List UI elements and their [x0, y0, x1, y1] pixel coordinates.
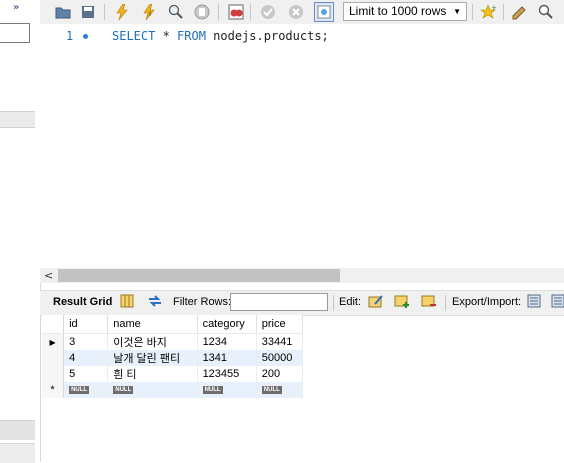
cell-id[interactable]: 4: [63, 350, 109, 366]
add-row-icon[interactable]: [392, 293, 412, 313]
toolbar-separator: [218, 4, 219, 20]
cell-name[interactable]: 흰 티: [107, 366, 198, 382]
column-header-category[interactable]: category: [197, 315, 257, 334]
null-badge: NULL: [202, 386, 223, 395]
new-row-marker: *: [42, 382, 65, 398]
limit-rows-select[interactable]: Limit to 1000 rows ▼: [343, 2, 467, 21]
cell-price[interactable]: 33441: [256, 333, 304, 350]
null-badge: NULL: [113, 386, 134, 395]
cell-category[interactable]: 1234: [197, 333, 257, 350]
find-icon[interactable]: [536, 2, 556, 22]
execute-current-icon[interactable]: I: [139, 2, 159, 22]
edit-row-icon[interactable]: [366, 293, 386, 313]
editor-horizontal-scrollbar[interactable]: <: [40, 268, 564, 283]
rollback-icon[interactable]: [286, 2, 306, 22]
current-row-icon: ▶: [42, 333, 65, 350]
table-row[interactable]: ▶ 3 이것은 바지 1234 33441: [42, 333, 304, 350]
toolbar-separator: [250, 4, 251, 20]
row-header: [42, 366, 65, 382]
result-grid-tab[interactable]: Result Grid: [53, 296, 112, 308]
keyword-from: FROM: [177, 29, 206, 43]
delete-row-icon[interactable]: [419, 293, 439, 313]
svg-text:+: +: [491, 4, 496, 12]
line-number: 1: [66, 29, 74, 43]
select-star: *: [155, 29, 178, 43]
toolbar-separator: [104, 4, 105, 20]
null-badge: NULL: [261, 386, 282, 395]
cell-name[interactable]: 날개 달린 팬티: [107, 350, 198, 366]
edit-label: Edit:: [339, 296, 362, 308]
cell-id[interactable]: 5: [63, 366, 109, 382]
toolbar-separator: [503, 4, 504, 20]
collapse-sidebar-icon[interactable]: »: [13, 2, 25, 14]
explain-icon[interactable]: [166, 2, 186, 22]
bookmark-icon[interactable]: +: [478, 2, 498, 22]
table-row[interactable]: 5 흰 티 123455 200: [42, 366, 304, 382]
toolbar-separator: [333, 295, 334, 311]
sidebar-panel: [0, 443, 35, 463]
table-row[interactable]: 4 날개 달린 팬티 1341 50000: [42, 350, 304, 366]
filter-rows-input[interactable]: [230, 293, 328, 311]
scrollbar-thumb[interactable]: [58, 269, 340, 282]
new-row[interactable]: * NULL NULL NULL NULL: [42, 382, 304, 398]
autocommit-icon[interactable]: [314, 2, 334, 22]
sql-editor[interactable]: 1 SELECT * FROM nodejs.products;: [40, 24, 564, 270]
cell-category[interactable]: NULL: [197, 382, 257, 398]
cell-category[interactable]: 1341: [197, 350, 257, 366]
sidebar-search-input[interactable]: [0, 23, 30, 43]
toolbar-separator: [445, 295, 446, 311]
result-grid: id name category price ▶ 3 이것은 바지 1234 3…: [42, 315, 304, 398]
sql-editor-toolbar: I Limit to 1000 rows ▼ +: [40, 0, 564, 25]
toggle-error-icon[interactable]: [226, 2, 246, 22]
chevron-down-icon: ▼: [453, 7, 461, 16]
scroll-left-icon[interactable]: <: [44, 268, 53, 283]
export-import-label: Export/Import:: [452, 296, 522, 308]
results-toolbar: Result Grid Filter Rows: Edit: Export/Im…: [40, 290, 564, 316]
export-icon[interactable]: [525, 293, 545, 313]
row-header: [42, 350, 65, 366]
cell-name[interactable]: NULL: [107, 382, 198, 398]
cell-name[interactable]: 이것은 바지: [107, 333, 198, 350]
cell-price[interactable]: 200: [256, 366, 304, 382]
limit-rows-value: Limit to 1000 rows: [349, 4, 447, 18]
filter-rows-label: Filter Rows:: [173, 296, 232, 308]
null-badge: NULL: [69, 386, 90, 395]
column-header-name[interactable]: name: [107, 315, 198, 334]
save-icon[interactable]: [78, 2, 98, 22]
beautify-icon[interactable]: [509, 2, 529, 22]
cell-id[interactable]: 3: [63, 333, 109, 350]
column-header-id[interactable]: id: [63, 315, 109, 334]
execute-icon[interactable]: [112, 2, 132, 22]
cell-category[interactable]: 123455: [197, 366, 257, 382]
toolbar-separator: [472, 4, 473, 20]
commit-icon[interactable]: [258, 2, 278, 22]
stop-icon[interactable]: [192, 2, 212, 22]
sidebar-tab-bar: [0, 420, 35, 440]
svg-text:I: I: [149, 10, 151, 18]
keyword-select: SELECT: [112, 29, 156, 43]
grid-view-icon[interactable]: [117, 293, 137, 313]
sidebar: »: [0, 0, 41, 463]
grid-header-row: id name category price: [42, 315, 304, 334]
refresh-icon[interactable]: [145, 293, 165, 313]
column-header-price[interactable]: price: [256, 315, 304, 334]
import-icon[interactable]: [549, 293, 564, 313]
cell-id[interactable]: NULL: [63, 382, 109, 398]
table-identifier: nodejs.products;: [205, 29, 329, 43]
row-header-corner: [42, 315, 65, 334]
sidebar-section-header: [0, 111, 35, 128]
cell-price[interactable]: 50000: [256, 350, 304, 366]
open-folder-icon[interactable]: [53, 2, 73, 22]
cell-price[interactable]: NULL: [256, 382, 304, 398]
sql-statement[interactable]: SELECT * FROM nodejs.products;: [112, 29, 329, 43]
statement-marker-icon: [83, 34, 88, 39]
